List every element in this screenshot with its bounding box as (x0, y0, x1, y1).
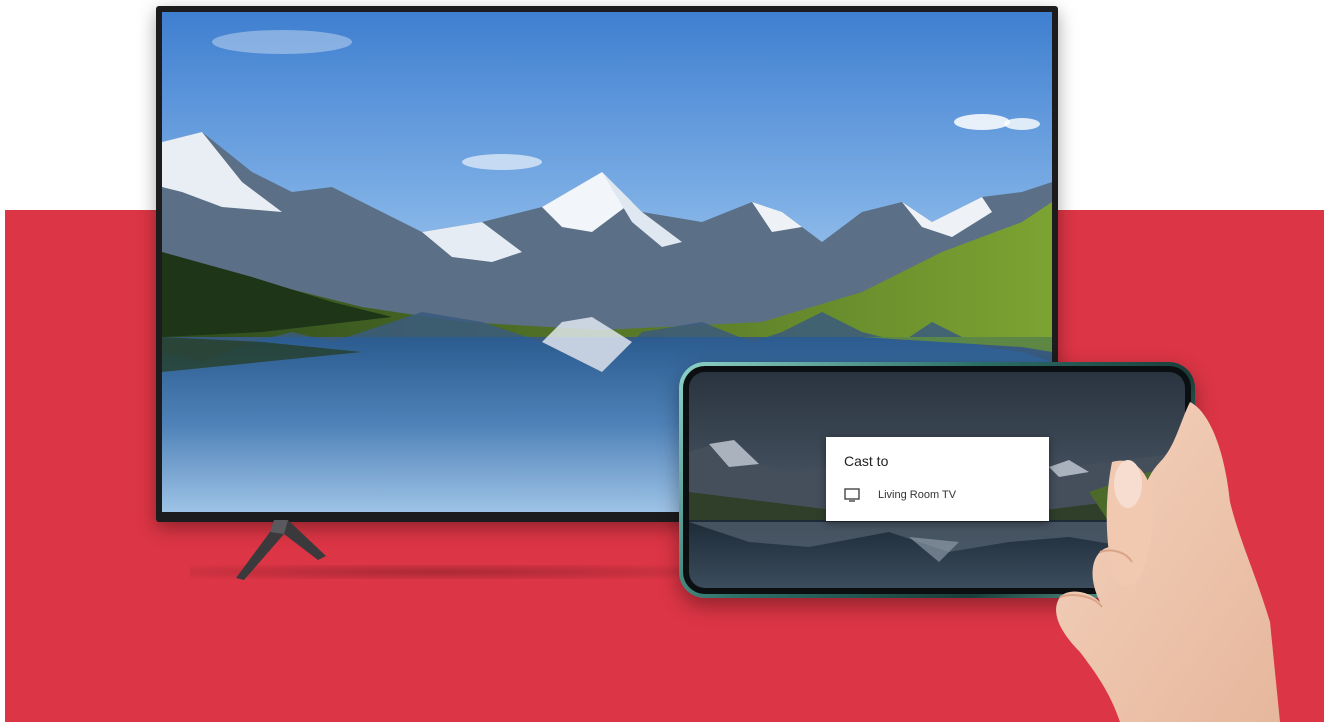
tv-icon (844, 488, 860, 502)
hand (1056, 402, 1280, 722)
cast-dialog: Cast to Living Room TV (826, 437, 1049, 521)
cast-device-living-room-tv[interactable]: Living Room TV (844, 485, 956, 505)
cast-dialog-title: Cast to (844, 453, 889, 469)
tv-stand (236, 520, 326, 580)
cast-device-label: Living Room TV (878, 489, 957, 501)
